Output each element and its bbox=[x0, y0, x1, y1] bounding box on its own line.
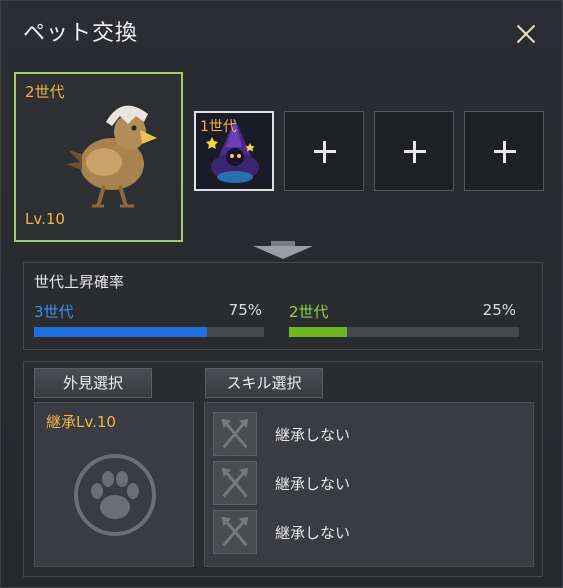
rate-3gen-label: 3世代 bbox=[34, 303, 74, 321]
close-icon[interactable] bbox=[511, 19, 541, 49]
skill-slot-text: 継承しない bbox=[275, 426, 351, 444]
axes-icon bbox=[213, 461, 257, 505]
inherit-panel: 外見選択 スキル選択 継承Lv.10 継承しない 継承しない 継承しない bbox=[23, 361, 543, 577]
material-slot-1[interactable]: 1世代 bbox=[194, 111, 274, 191]
paw-icon bbox=[74, 454, 156, 536]
appearance-panel[interactable]: 継承Lv.10 bbox=[34, 402, 194, 567]
rate-2gen-bar bbox=[289, 327, 519, 337]
material-slot-generation: 1世代 bbox=[200, 119, 237, 135]
skill-slot-text: 継承しない bbox=[275, 475, 351, 493]
main-pet-level: Lv.10 bbox=[25, 210, 65, 228]
skill-slot-3[interactable]: 継承しない bbox=[213, 510, 523, 556]
plus-icon bbox=[314, 141, 336, 163]
skill-panel: 継承しない 継承しない 継承しない bbox=[204, 402, 534, 567]
plus-icon bbox=[494, 141, 516, 163]
appearance-select-button[interactable]: 外見選択 bbox=[34, 368, 152, 398]
pet-exchange-window: ペット交換 2世代 Lv.10 1世代 世代上昇確率 3世代 75% 2世代 2… bbox=[0, 0, 563, 588]
rate-3gen-bar-fill bbox=[34, 327, 207, 337]
skill-slot-2[interactable]: 継承しない bbox=[213, 461, 523, 507]
main-pet-slot[interactable]: 2世代 Lv.10 bbox=[14, 72, 183, 242]
skill-slot-1[interactable]: 継承しない bbox=[213, 412, 523, 458]
rate-3gen-bar bbox=[34, 327, 264, 337]
material-slot-4[interactable] bbox=[464, 111, 544, 191]
rate-3gen-percent: 75% bbox=[228, 301, 262, 319]
axes-icon bbox=[213, 412, 257, 456]
rate-2gen-label: 2世代 bbox=[289, 303, 329, 321]
inherit-level: 継承Lv.10 bbox=[46, 413, 116, 431]
main-pet-generation: 2世代 bbox=[25, 83, 65, 101]
down-arrow-icon bbox=[253, 241, 313, 259]
skill-select-button[interactable]: スキル選択 bbox=[205, 368, 323, 398]
axes-icon bbox=[213, 510, 257, 554]
chocobo-chick-icon bbox=[66, 105, 157, 208]
window-title: ペット交換 bbox=[23, 21, 139, 46]
generation-rate-panel: 世代上昇確率 3世代 75% 2世代 25% bbox=[23, 262, 543, 350]
material-slot-3[interactable] bbox=[374, 111, 454, 191]
plus-icon bbox=[404, 141, 426, 163]
rate-2gen-percent: 25% bbox=[482, 301, 516, 319]
skill-slot-text: 継承しない bbox=[275, 524, 351, 542]
rate-2gen-bar-fill bbox=[289, 327, 347, 337]
material-slot-2[interactable] bbox=[284, 111, 364, 191]
rate-title: 世代上昇確率 bbox=[34, 273, 125, 291]
